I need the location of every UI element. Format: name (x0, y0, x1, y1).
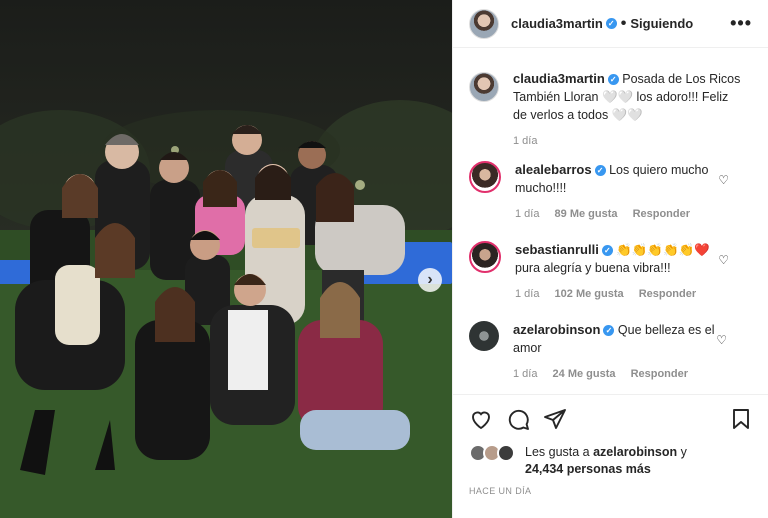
avatar[interactable] (469, 241, 501, 273)
likes-summary: Les gusta a azelarobinson y 24,434 perso… (469, 444, 759, 478)
bookmark-icon[interactable] (729, 407, 753, 431)
avatar[interactable] (469, 8, 499, 39)
author-username[interactable]: claudia3martin (511, 16, 603, 31)
heart-icon[interactable]: ♡ (718, 173, 729, 187)
caption-username[interactable]: claudia3martin (513, 71, 605, 86)
avatar[interactable] (469, 161, 501, 193)
separator-dot: • (620, 14, 627, 32)
comment-item: azelarobinson ✓ Que belleza es el amor 1 … (453, 321, 739, 383)
likes-suffix: y (677, 445, 687, 459)
reply-button[interactable]: Responder (633, 208, 690, 220)
verified-badge-icon: ✓ (603, 325, 615, 336)
post-timestamp[interactable]: HACE UN DÍA (469, 486, 531, 496)
next-photo-button[interactable]: › (418, 268, 442, 292)
reply-button[interactable]: Responder (639, 288, 696, 300)
post-side-panel: claudia3martin ✓ • Siguiendo ••• claudia… (452, 0, 768, 518)
comment-icon[interactable] (506, 407, 530, 431)
reply-button[interactable]: Responder (631, 368, 688, 380)
avatar (497, 444, 515, 462)
comment-time[interactable]: 1 día (515, 288, 539, 300)
comment-username[interactable]: azelarobinson (513, 322, 600, 337)
verified-badge-icon: ✓ (605, 18, 617, 29)
liker-avatars[interactable] (469, 444, 521, 464)
group-photo-illustration (0, 100, 452, 518)
heart-icon[interactable]: ♡ (716, 333, 727, 347)
comment-likes[interactable]: 89 Me gusta (555, 208, 618, 220)
caption-time[interactable]: 1 día (513, 135, 537, 147)
share-icon[interactable] (543, 407, 567, 431)
comment-time[interactable]: 1 día (513, 368, 537, 380)
liker-username[interactable]: azelarobinson (593, 445, 677, 459)
instagram-post: › claudia3martin ✓ • Siguiendo ••• claud… (0, 0, 768, 518)
chevron-right-icon: › (427, 271, 433, 288)
comment-username[interactable]: alealebarros (515, 162, 592, 177)
following-button[interactable]: Siguiendo (630, 16, 693, 31)
comment-time[interactable]: 1 día (515, 208, 539, 220)
like-heart-icon[interactable] (469, 407, 493, 431)
likes-prefix: Les gusta a (525, 445, 594, 459)
comment-likes[interactable]: 102 Me gusta (555, 288, 624, 300)
verified-badge-icon: ✓ (594, 165, 606, 176)
comment-likes[interactable]: 24 Me gusta (553, 368, 616, 380)
action-bar (453, 394, 768, 442)
comment-username[interactable]: sebastianrulli (515, 242, 599, 257)
likes-count[interactable]: 24,434 personas más (525, 462, 651, 476)
comment-item: alealebarros ✓ Los quiero mucho mucho!!!!… (453, 161, 741, 223)
post-header: claudia3martin ✓ • Siguiendo ••• (453, 0, 768, 48)
avatar[interactable] (469, 72, 499, 102)
heart-icon[interactable]: ♡ (718, 253, 729, 267)
verified-badge-icon: ✓ (607, 74, 619, 85)
caption: claudia3martin ✓ Posada de Los Ricos Tamb… (453, 70, 759, 150)
comment-item: sebastianrulli ✓ 👏👏👏👏👏❤️ pura alegría y b… (453, 241, 741, 303)
post-photo[interactable]: › (0, 0, 452, 518)
more-options-icon[interactable]: ••• (730, 13, 752, 34)
avatar[interactable] (469, 321, 499, 351)
verified-badge-icon: ✓ (601, 245, 613, 256)
